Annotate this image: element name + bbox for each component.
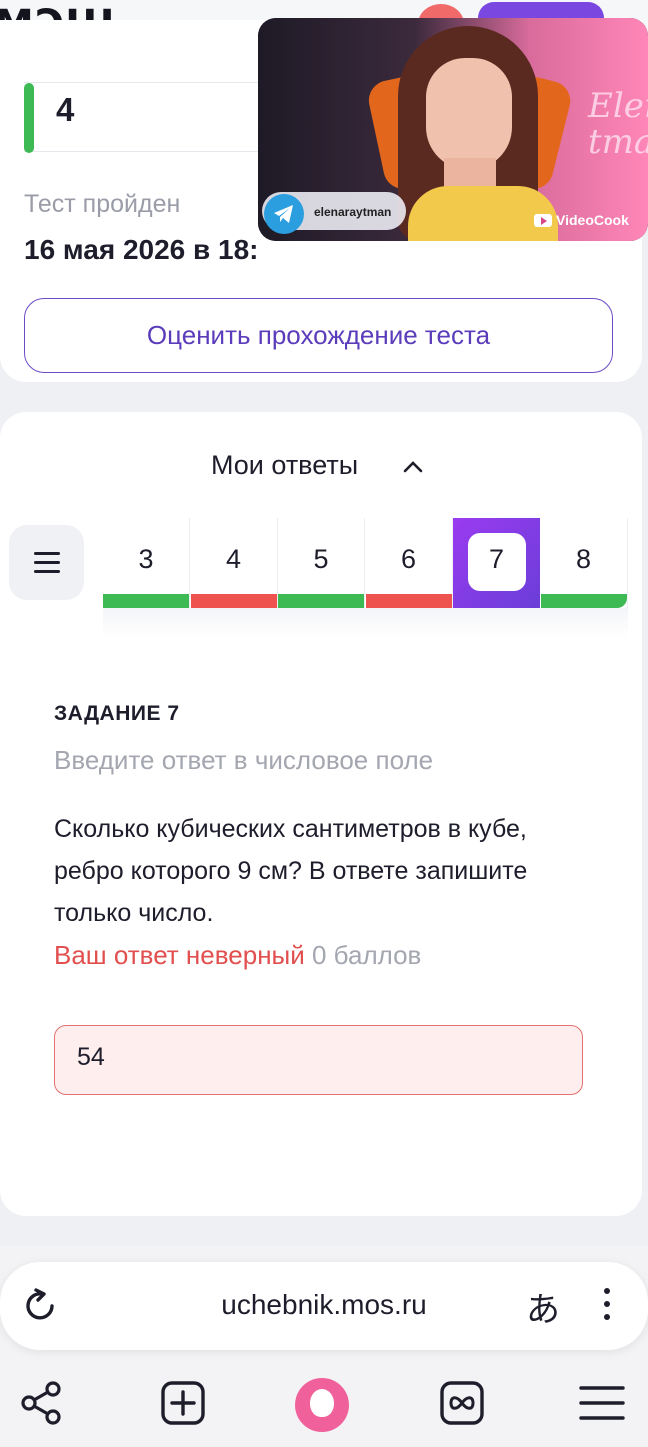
task-strip: 3 4 5 6 7 8	[103, 518, 628, 608]
task-tab-7[interactable]: 7	[453, 518, 540, 608]
points-text: 0 баллов	[312, 940, 422, 970]
task-hint: Введите ответ в числовое поле	[54, 745, 434, 775]
video-overlay[interactable]: Elena tma elenaraytman VideoCook	[258, 18, 648, 241]
passed-label: Тест пройден	[24, 190, 181, 218]
answers-title[interactable]: Мои ответы	[211, 450, 358, 481]
task-status-bar	[190, 594, 277, 608]
rate-test-button[interactable]: Оценить прохождение теста	[24, 298, 613, 373]
task-strip-shadow	[103, 608, 628, 638]
task-tab-3[interactable]: 3	[103, 518, 190, 608]
more-menu-icon[interactable]	[604, 1288, 612, 1327]
channel-name: elenaraytman	[314, 205, 392, 219]
task-status-bar	[278, 594, 364, 608]
hamburger-line	[34, 570, 60, 573]
videocook-watermark: VideoCook	[534, 212, 629, 228]
task-tab-8[interactable]: 8	[540, 518, 628, 608]
bottom-navigation	[0, 1370, 648, 1440]
task-number: 4	[225, 544, 242, 574]
passed-date: 16 мая 2026 в 18:	[24, 234, 259, 265]
task-status-bar	[103, 594, 189, 608]
grade-indicator	[24, 83, 34, 153]
new-tab-icon[interactable]	[160, 1380, 206, 1426]
verdict-text: Ваш ответ неверный	[54, 940, 305, 970]
task-question: Сколько кубических сантиметров в кубе, р…	[54, 815, 528, 927]
task-status-bar	[365, 594, 452, 608]
chevron-up-icon[interactable]	[400, 456, 426, 476]
answer-field[interactable]: 54	[54, 1025, 583, 1095]
alice-assistant-icon[interactable]	[295, 1378, 349, 1432]
task-heading: ЗАДАНИЕ 7	[54, 702, 180, 725]
task-number: 3	[138, 544, 154, 574]
task-tab-4[interactable]: 4	[190, 518, 278, 608]
translate-icon[interactable]: あ	[526, 1282, 560, 1331]
task-number: 8	[575, 544, 592, 574]
watermark-text: VideoCook	[556, 212, 629, 228]
answer-verdict: Ваш ответ неверный 0 баллов	[54, 940, 421, 971]
person-face	[426, 58, 512, 170]
task-status-bar	[540, 594, 627, 608]
play-icon	[534, 213, 552, 227]
neon-sign: Elena tma	[588, 86, 648, 162]
telegram-icon	[264, 194, 304, 234]
answers-card: Мои ответы 3 4 5 6 7 8 ЗАДАНИЕ 7 Введите отве…	[0, 412, 642, 1216]
hamburger-menu-icon[interactable]	[578, 1380, 626, 1426]
task-number: 6	[400, 544, 417, 574]
tabs-icon[interactable]	[439, 1380, 485, 1426]
hamburger-line	[34, 561, 60, 564]
task-number: 7	[488, 544, 505, 574]
share-icon[interactable]	[20, 1380, 62, 1426]
task-number: 5	[313, 544, 329, 574]
task-list-menu-button[interactable]	[9, 525, 84, 600]
address-bar[interactable]: uchebnik.mos.ru あ	[0, 1262, 648, 1350]
task-tab-6[interactable]: 6	[365, 518, 453, 608]
hamburger-line	[34, 552, 60, 555]
grade-value: 4	[56, 91, 75, 128]
task-tab-5[interactable]: 5	[278, 518, 365, 608]
